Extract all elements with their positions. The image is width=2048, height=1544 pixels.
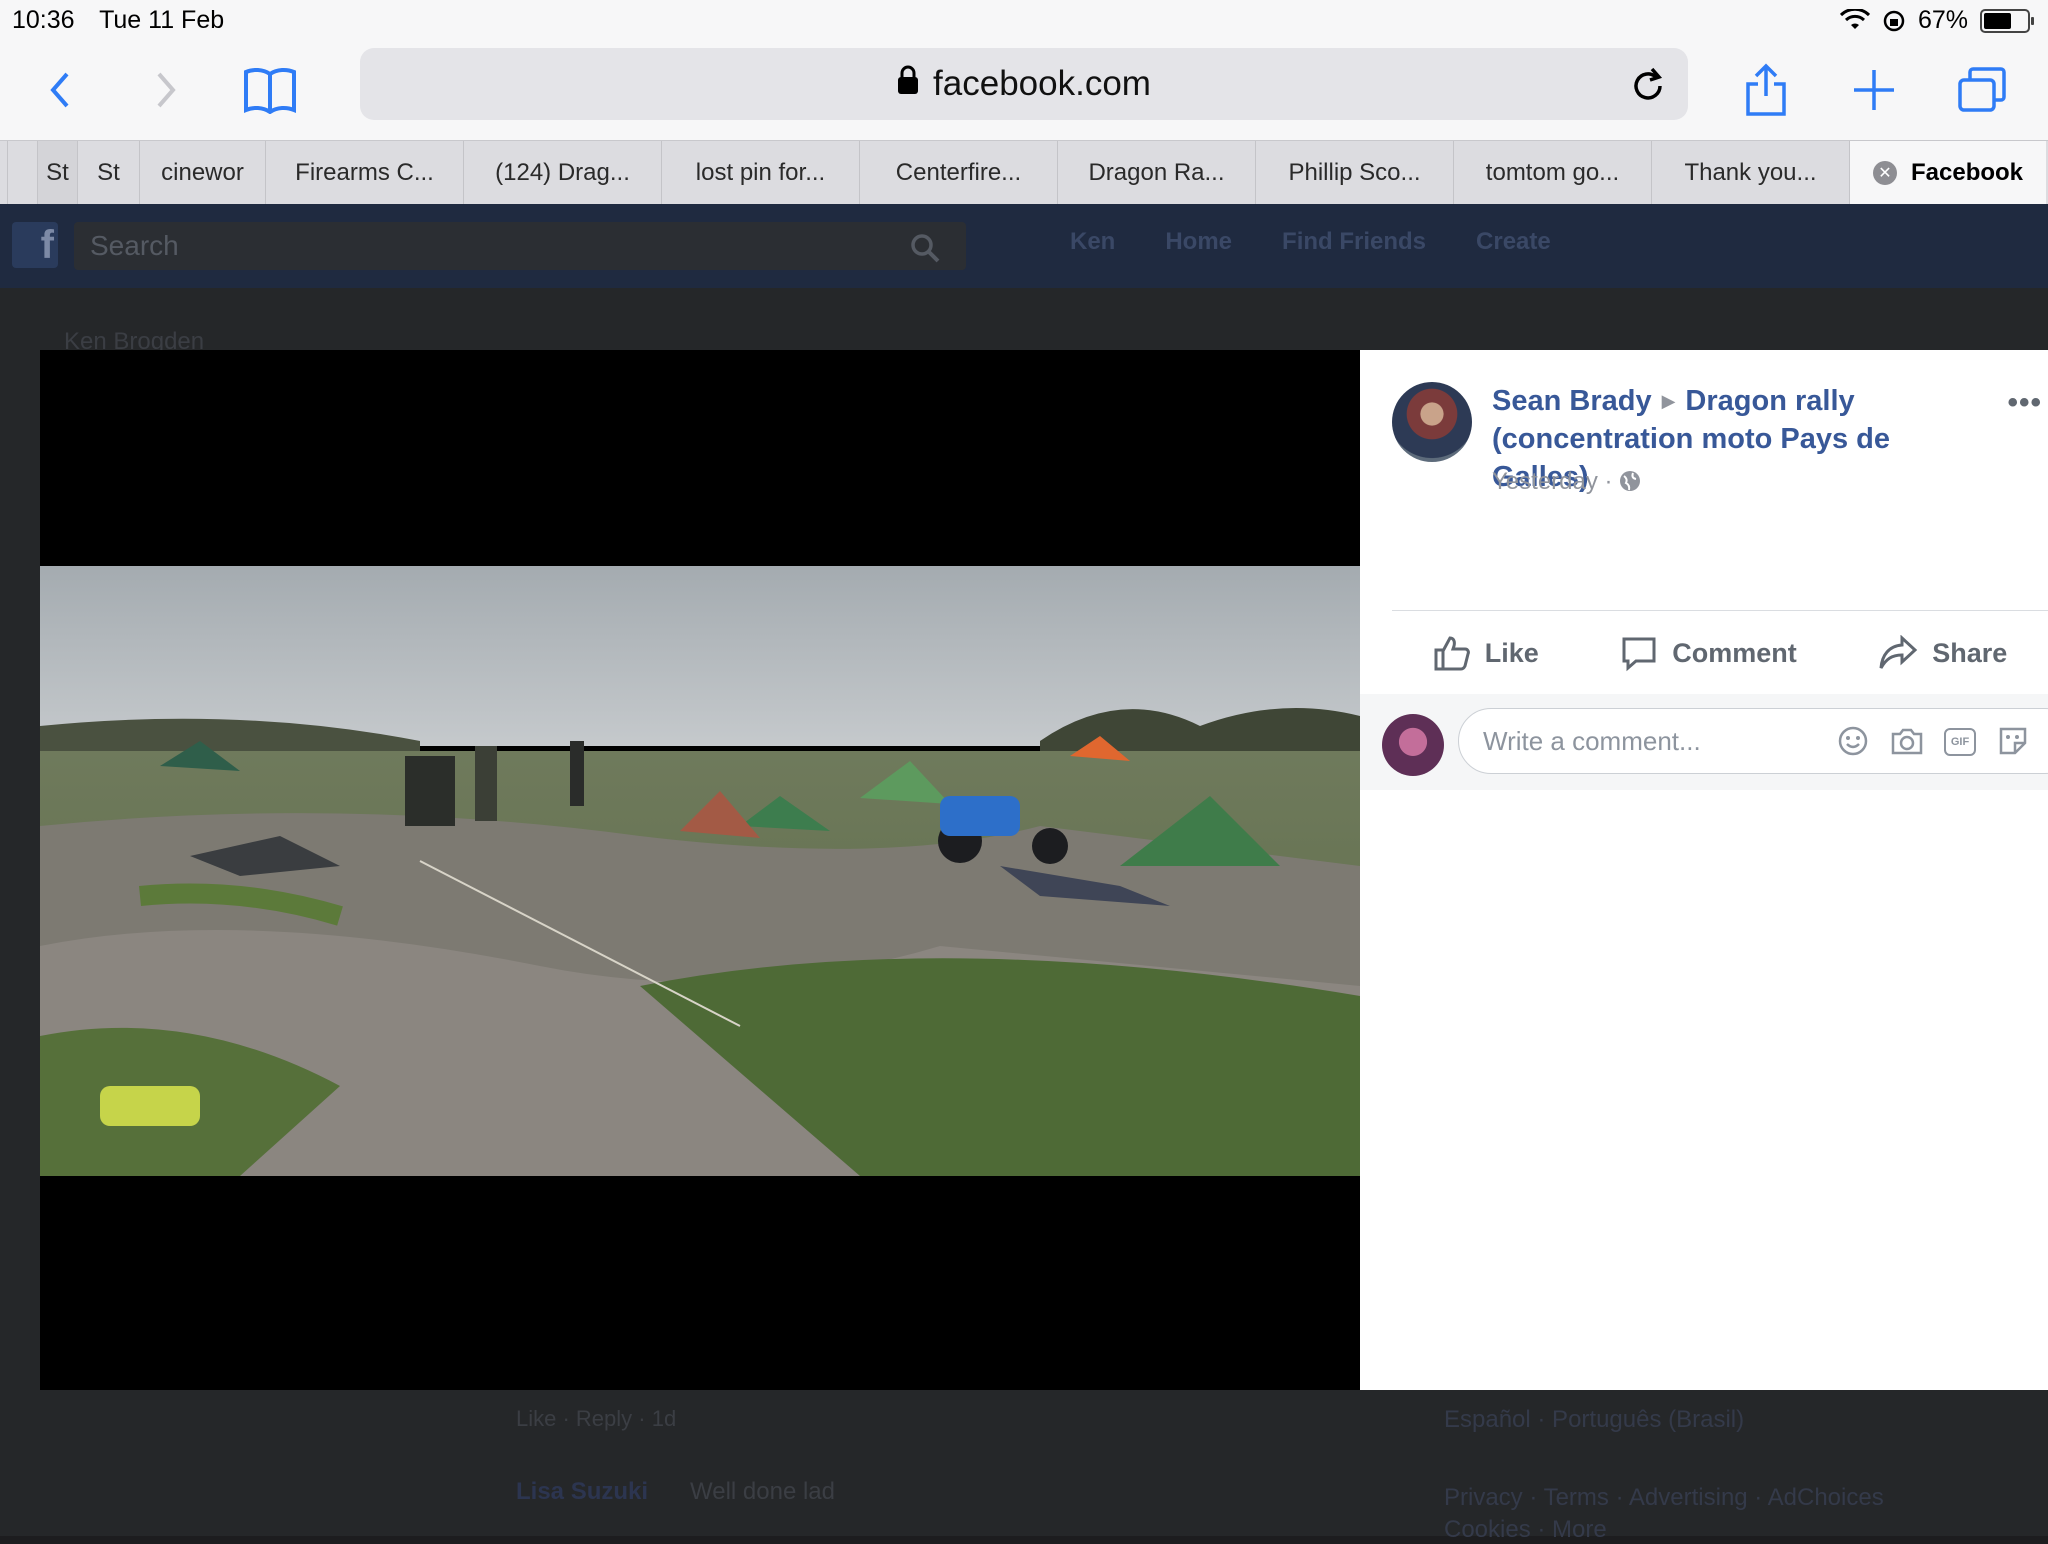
tab-label: Thank you... (1684, 159, 1817, 186)
search-placeholder: Search (90, 230, 179, 261)
status-time: 10:36 (12, 6, 75, 34)
rotation-lock-icon (1883, 10, 1905, 31)
sticker-icon[interactable] (1996, 724, 2030, 758)
tab-item[interactable]: (124) Drag... (464, 141, 662, 205)
tab-label: tomtom go... (1485, 159, 1620, 186)
tab-item[interactable]: Thank you... (1652, 141, 1850, 205)
tab-item[interactable]: tomtom go... (1454, 141, 1652, 205)
like-icon (1434, 636, 1470, 671)
bg-languages: Español · Português (Brasil) (1444, 1406, 1745, 1433)
reload-icon[interactable] (1630, 64, 1666, 113)
gif-icon[interactable]: GIF (1944, 728, 1976, 756)
tab-label: Firearms C... (295, 159, 434, 186)
comment-tools: GIF (1836, 724, 2030, 758)
facebook-logo[interactable]: f (12, 222, 58, 268)
bg-comment-author[interactable]: Lisa Suzuki (516, 1478, 648, 1506)
url-text: facebook.com (933, 64, 1151, 103)
tab-item[interactable]: Dragon Ra... (1058, 141, 1256, 205)
tab-label: Centerfire... (895, 159, 1022, 186)
author-avatar[interactable] (1392, 382, 1472, 462)
nav-home[interactable]: Home (1165, 228, 1232, 256)
close-tab-icon[interactable]: ✕ (1872, 161, 1897, 185)
globe-icon (1619, 468, 1641, 495)
more-icon[interactable]: ••• (2007, 386, 2042, 420)
browser-toolbar: facebook.com (0, 40, 2048, 140)
share-icon[interactable] (1736, 60, 1796, 120)
post-side-panel: Sean Brady ▶ Dragon rally (concentration m… (1360, 350, 2048, 1390)
tab-label: cinewor (161, 159, 244, 186)
tab-item[interactable]: Centerfire... (860, 141, 1058, 205)
bg-footer-more: Cookies · More (1444, 1516, 1607, 1543)
tab-label: lost pin for... (695, 159, 826, 186)
camera-icon[interactable] (1890, 724, 1924, 758)
gif-label: GIF (1950, 736, 1970, 748)
address-bar[interactable]: facebook.com (360, 48, 1688, 120)
emoji-icon[interactable] (1836, 724, 1870, 758)
search-icon[interactable] (910, 230, 940, 278)
post-actions: Like Comment Share (1392, 610, 2048, 696)
tab-active[interactable]: ✕ Facebook (1850, 141, 2046, 205)
comment-button[interactable]: Comment (1620, 634, 1797, 672)
like-label: Like (1484, 637, 1539, 668)
tab-label: (124) Drag... (495, 159, 630, 186)
user-avatar[interactable] (1382, 714, 1444, 776)
rally-photo-image (40, 566, 1360, 1176)
tab-item[interactable] (0, 141, 8, 205)
tabs-icon[interactable] (1952, 60, 2012, 120)
author-name[interactable]: Sean Brady (1492, 385, 1652, 417)
caret-right-icon: ▶ (1661, 391, 1676, 411)
bg-comment-meta: Like · Reply · 1d (516, 1406, 677, 1431)
post-meta: Yesterday · (1492, 468, 1641, 496)
bookmarks-icon[interactable] (240, 60, 300, 120)
dot-separator: · (1604, 468, 1620, 495)
tab-item[interactable]: Firearms C... (266, 141, 464, 205)
battery-icon (1980, 8, 2034, 33)
like-button[interactable]: Like (1433, 634, 1539, 672)
post-photo[interactable] (40, 566, 1360, 1176)
search-input[interactable]: Search (74, 222, 966, 270)
comment-icon (1622, 637, 1656, 672)
tab-item[interactable]: St (78, 141, 140, 205)
back-icon[interactable] (30, 60, 90, 120)
bg-footer: Privacy · Terms · Advertising · AdChoice… (1444, 1484, 1884, 1511)
tab-label: Phillip Sco... (1288, 159, 1421, 186)
photo-viewer[interactable] (40, 350, 1360, 1390)
battery-percent: 67% (1917, 6, 1968, 34)
comment-composer: Write a comment... GIF (1360, 694, 2048, 790)
share-label: Share (1932, 637, 2008, 668)
forward-icon[interactable] (136, 60, 196, 120)
tab-item[interactable] (8, 141, 38, 205)
tab-label: St (97, 159, 120, 186)
tab-label: Facebook (1910, 159, 2024, 186)
tab-item[interactable]: St (38, 141, 78, 205)
comment-label: Comment (1672, 637, 1797, 668)
battery-fill (1984, 12, 2011, 29)
share-button[interactable]: Share (1878, 635, 2007, 671)
tab-item[interactable]: lost pin for... (662, 141, 860, 205)
lock-icon (897, 64, 919, 104)
share-arrow-icon (1879, 635, 1918, 669)
tab-label: Dragon Ra... (1088, 159, 1225, 186)
nav-profile[interactable]: Ken (1070, 228, 1115, 256)
comment-placeholder: Write a comment... (1483, 726, 1701, 756)
status-date: Tue 11 Feb (99, 6, 225, 34)
tab-item[interactable]: Phillip Sco... (1256, 141, 1454, 205)
add-tab-icon[interactable] (1844, 60, 1904, 120)
facebook-header: f Search Ken Home Find Friends Create (0, 204, 2048, 288)
nav-find-friends[interactable]: Find Friends (1282, 228, 1426, 256)
wifi-icon (1839, 8, 1870, 29)
facebook-nav: Ken Home Find Friends Create (1070, 228, 1551, 256)
post-time[interactable]: Yesterday (1492, 468, 1598, 495)
tab-bar: St St cinewor Firearms C... (124) Drag..… (0, 140, 2048, 205)
nav-create[interactable]: Create (1476, 228, 1551, 256)
tab-item[interactable]: cinewor (140, 141, 266, 205)
status-bar: 10:36 Tue 11 Feb 67% (0, 0, 2048, 40)
bg-comment-text: Well done lad (690, 1478, 835, 1505)
